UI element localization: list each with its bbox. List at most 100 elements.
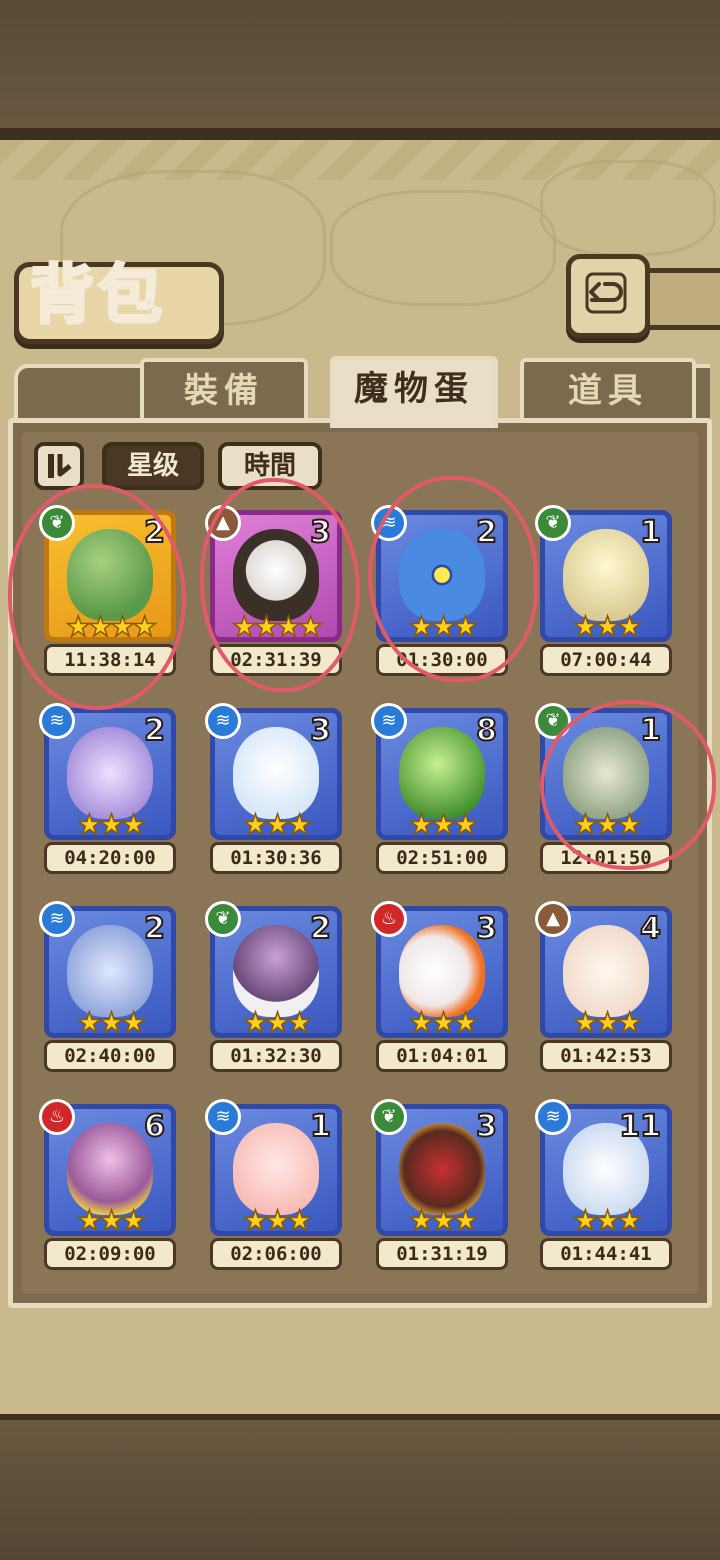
map-continent-outline bbox=[540, 160, 716, 256]
egg-count: 2 bbox=[143, 514, 166, 551]
hatch-timer: 02:51:00 bbox=[376, 842, 508, 874]
monster-egg-icon bbox=[399, 727, 485, 819]
water-icon: ≋ bbox=[39, 901, 75, 937]
star-rating: ★★★ bbox=[242, 1005, 313, 1040]
monster-egg-icon bbox=[563, 529, 649, 621]
egg-card[interactable]: ❦ 1 ★★★ bbox=[535, 703, 672, 842]
egg-card[interactable]: ▲ 4 ★★★ bbox=[535, 901, 672, 1040]
fire-icon: ♨ bbox=[39, 1099, 75, 1135]
monster-egg-icon bbox=[233, 727, 319, 819]
egg-card[interactable]: ≋ 8 ★★★ bbox=[371, 703, 508, 842]
star-rating: ★★★ bbox=[408, 807, 479, 842]
water-icon: ≋ bbox=[205, 703, 241, 739]
monster-egg-icon bbox=[399, 925, 485, 1017]
star-rating: ★★★ bbox=[242, 1203, 313, 1238]
egg-card[interactable]: ▲ 3 ★★★★ bbox=[205, 505, 342, 644]
star-rating: ★★★ bbox=[408, 1005, 479, 1040]
tab-items[interactable]: 道具 bbox=[520, 358, 696, 420]
leaf-icon: ❦ bbox=[205, 901, 241, 937]
star-rating: ★★★ bbox=[572, 807, 643, 842]
egg-card[interactable]: ≋ 3 ★★★ bbox=[205, 703, 342, 842]
egg-count: 4 bbox=[639, 910, 662, 947]
hatch-timer: 01:04:01 bbox=[376, 1040, 508, 1072]
bottom-map-band bbox=[0, 1420, 720, 1560]
monster-egg-icon bbox=[233, 1123, 319, 1215]
rock-icon: ▲ bbox=[535, 901, 571, 937]
egg-count: 1 bbox=[309, 1108, 332, 1145]
hatch-timer: 11:38:14 bbox=[44, 644, 176, 676]
tab-equipment[interactable]: 裝備 bbox=[140, 358, 308, 420]
egg-card[interactable]: ❦ 3 ★★★ bbox=[371, 1099, 508, 1238]
monster-egg-icon bbox=[233, 925, 319, 1017]
leaf-icon: ❦ bbox=[535, 505, 571, 541]
egg-card[interactable]: ≋ 1 ★★★ bbox=[205, 1099, 342, 1238]
egg-card[interactable]: ≋ 2 ★★★ bbox=[39, 703, 176, 842]
star-rating: ★★★ bbox=[242, 807, 313, 842]
leaf-icon: ❦ bbox=[535, 703, 571, 739]
monster-egg-icon bbox=[563, 925, 649, 1017]
egg-card[interactable]: ≋ 11 ★★★ bbox=[535, 1099, 672, 1238]
top-map-band bbox=[0, 0, 720, 140]
egg-card[interactable]: ❦ 1 ★★★ bbox=[535, 505, 672, 644]
hatch-timer: 12:01:50 bbox=[540, 842, 672, 874]
egg-card[interactable]: ♨ 6 ★★★ bbox=[39, 1099, 176, 1238]
star-rating: ★★★★ bbox=[231, 609, 324, 644]
egg-count: 1 bbox=[639, 514, 662, 551]
hatch-timer: 07:00:44 bbox=[540, 644, 672, 676]
hatch-timer: 01:32:30 bbox=[210, 1040, 342, 1072]
monster-egg-icon bbox=[67, 727, 153, 819]
egg-count: 2 bbox=[143, 712, 166, 749]
hatch-timer: 01:31:19 bbox=[376, 1238, 508, 1270]
star-rating: ★★★ bbox=[76, 1005, 147, 1040]
monster-egg-icon bbox=[563, 727, 649, 819]
egg-card[interactable]: ♨ 3 ★★★ bbox=[371, 901, 508, 1040]
egg-count: 3 bbox=[475, 910, 498, 947]
egg-card[interactable]: ≋ 2 ★★★ bbox=[39, 901, 176, 1040]
egg-count: 8 bbox=[475, 712, 498, 749]
egg-count: 6 bbox=[143, 1108, 166, 1145]
star-rating: ★★★★ bbox=[65, 609, 158, 644]
egg-count: 2 bbox=[475, 514, 498, 551]
star-rating: ★★★ bbox=[572, 1005, 643, 1040]
hatch-timer: 01:44:41 bbox=[540, 1238, 672, 1270]
egg-count: 3 bbox=[309, 514, 332, 551]
sort-by-time-button[interactable]: 時間 bbox=[218, 442, 322, 490]
monster-egg-icon bbox=[399, 1123, 485, 1215]
monster-egg-icon bbox=[399, 529, 485, 621]
return-arrow-icon[interactable] bbox=[583, 270, 629, 316]
map-continent-outline bbox=[330, 190, 556, 306]
star-rating: ★★★ bbox=[76, 807, 147, 842]
hatch-timer: 02:09:00 bbox=[44, 1238, 176, 1270]
egg-card[interactable]: ≋ 2 ★★★ bbox=[371, 505, 508, 644]
rock-icon: ▲ bbox=[205, 505, 241, 541]
water-icon: ≋ bbox=[535, 1099, 571, 1135]
hatch-timer: 01:42:53 bbox=[540, 1040, 672, 1072]
star-rating: ★★★ bbox=[76, 1203, 147, 1238]
egg-count: 2 bbox=[143, 910, 166, 947]
egg-count: 3 bbox=[309, 712, 332, 749]
sort-order-toggle[interactable] bbox=[34, 442, 84, 490]
star-rating: ★★★ bbox=[572, 609, 643, 644]
leaf-icon: ❦ bbox=[371, 1099, 407, 1135]
hatch-timer: 02:31:39 bbox=[210, 644, 342, 676]
hatch-timer: 01:30:36 bbox=[210, 842, 342, 874]
hatch-timer: 02:06:00 bbox=[210, 1238, 342, 1270]
egg-count: 2 bbox=[309, 910, 332, 947]
egg-card[interactable]: ❦ 2 ★★★★ bbox=[39, 505, 176, 644]
water-icon: ≋ bbox=[205, 1099, 241, 1135]
hatch-timer: 04:20:00 bbox=[44, 842, 176, 874]
egg-card[interactable]: ❦ 2 ★★★ bbox=[205, 901, 342, 1040]
star-rating: ★★★ bbox=[408, 1203, 479, 1238]
sort-direction-icon bbox=[48, 454, 72, 478]
leaf-icon: ❦ bbox=[39, 505, 75, 541]
star-rating: ★★★ bbox=[408, 609, 479, 644]
tab-monster-eggs[interactable]: 魔物蛋 bbox=[330, 356, 498, 428]
star-rating: ★★★ bbox=[572, 1203, 643, 1238]
tab-rail-left bbox=[14, 364, 147, 422]
monster-egg-icon bbox=[233, 529, 319, 621]
page-title: 背包 bbox=[29, 258, 166, 335]
egg-count: 3 bbox=[475, 1108, 498, 1145]
egg-count: 11 bbox=[618, 1108, 662, 1145]
sort-by-star-button[interactable]: 星级 bbox=[102, 442, 204, 490]
water-icon: ≋ bbox=[371, 703, 407, 739]
